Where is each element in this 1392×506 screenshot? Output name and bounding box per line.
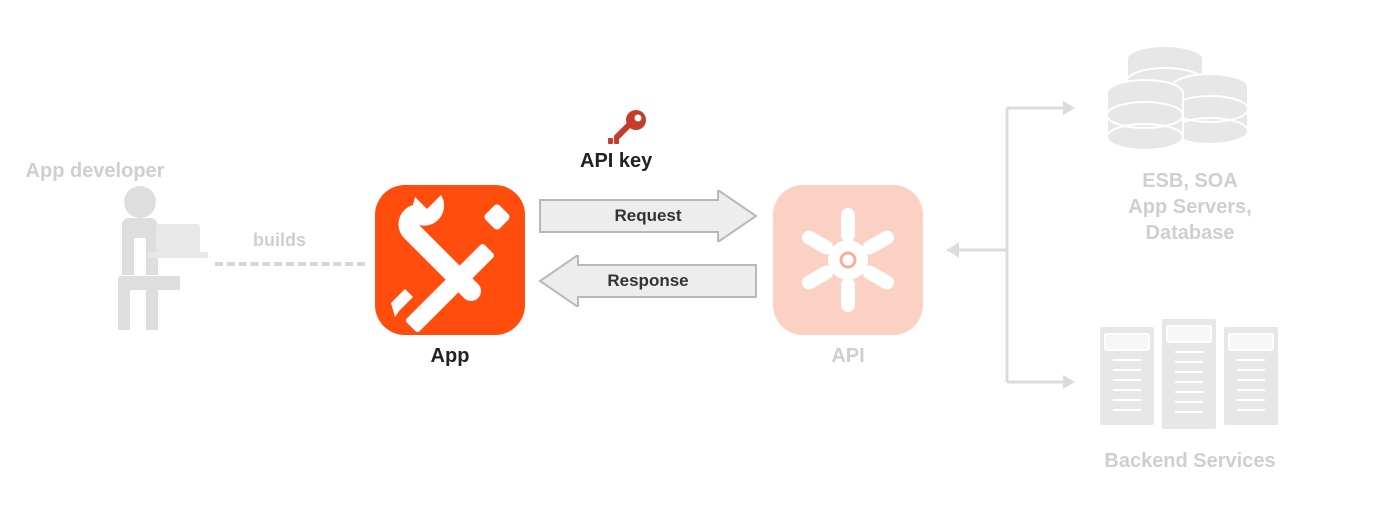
app-tile bbox=[375, 185, 525, 335]
tools-icon bbox=[375, 185, 525, 335]
response-label: Response bbox=[607, 271, 688, 291]
backend-middle-text: ESB, SOA App Servers, Database bbox=[1085, 168, 1295, 246]
request-arrow: Request bbox=[538, 190, 758, 242]
request-label: Request bbox=[614, 206, 681, 226]
key-icon bbox=[608, 108, 648, 148]
api-hub-icon bbox=[788, 200, 908, 320]
database-icon bbox=[1105, 45, 1255, 150]
builds-label: builds bbox=[253, 230, 306, 251]
api-tile bbox=[773, 185, 923, 335]
app-label: App bbox=[375, 345, 525, 368]
api-backend-connector bbox=[947, 90, 1077, 390]
response-arrow: Response bbox=[538, 255, 758, 307]
api-label: API bbox=[773, 345, 923, 368]
apikey-label: API key bbox=[580, 150, 652, 173]
developer-label: App developer bbox=[0, 160, 195, 183]
servers-icon bbox=[1095, 318, 1285, 438]
developer-figure bbox=[60, 180, 220, 345]
developer-icon bbox=[60, 180, 220, 340]
builds-connector bbox=[215, 262, 365, 266]
backend-services-label: Backend Services bbox=[1075, 450, 1305, 473]
